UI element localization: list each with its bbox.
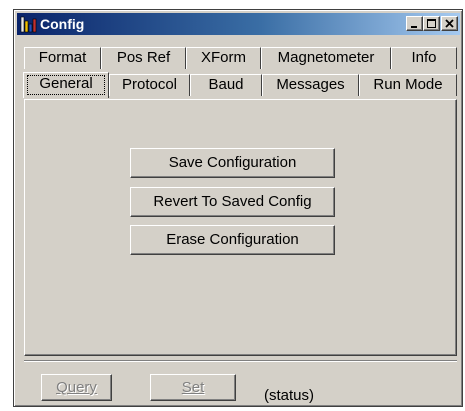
tab-pos-ref[interactable]: Pos Ref: [101, 47, 186, 69]
status-text: (status): [264, 387, 315, 404]
minimize-button[interactable]: [406, 16, 423, 31]
set-button[interactable]: Set: [150, 374, 236, 401]
tab-magnetometer[interactable]: Magnetometer: [261, 47, 391, 69]
maximize-button[interactable]: [423, 16, 440, 31]
minimize-icon: [411, 26, 417, 28]
revert-config-button[interactable]: Revert To Saved Config: [130, 187, 335, 217]
close-icon: [445, 19, 454, 28]
tab-baud[interactable]: Baud: [190, 74, 262, 96]
tab-xform[interactable]: XForm: [186, 47, 261, 69]
tab-protocol[interactable]: Protocol: [109, 74, 190, 96]
erase-configuration-button[interactable]: Erase Configuration: [130, 225, 335, 255]
maximize-icon: [427, 19, 436, 28]
save-configuration-button[interactable]: Save Configuration: [130, 148, 335, 178]
tab-run-mode[interactable]: Run Mode: [359, 74, 457, 96]
config-window: Config Format Pos Ref XForm Magnetometer…: [13, 9, 463, 407]
tab-messages[interactable]: Messages: [262, 74, 359, 96]
close-button[interactable]: [441, 16, 458, 31]
window-title: Config: [40, 16, 85, 32]
tab-format[interactable]: Format: [24, 47, 101, 69]
footer-separator: [24, 360, 457, 362]
query-button[interactable]: Query: [41, 374, 112, 401]
focus-outline: [27, 75, 105, 95]
app-icon: [20, 15, 38, 33]
general-tab-panel: Save Configuration Revert To Saved Confi…: [24, 99, 457, 356]
tab-general[interactable]: General: [23, 72, 109, 98]
title-bar[interactable]: Config: [17, 13, 460, 35]
tab-info[interactable]: Info: [391, 47, 457, 69]
